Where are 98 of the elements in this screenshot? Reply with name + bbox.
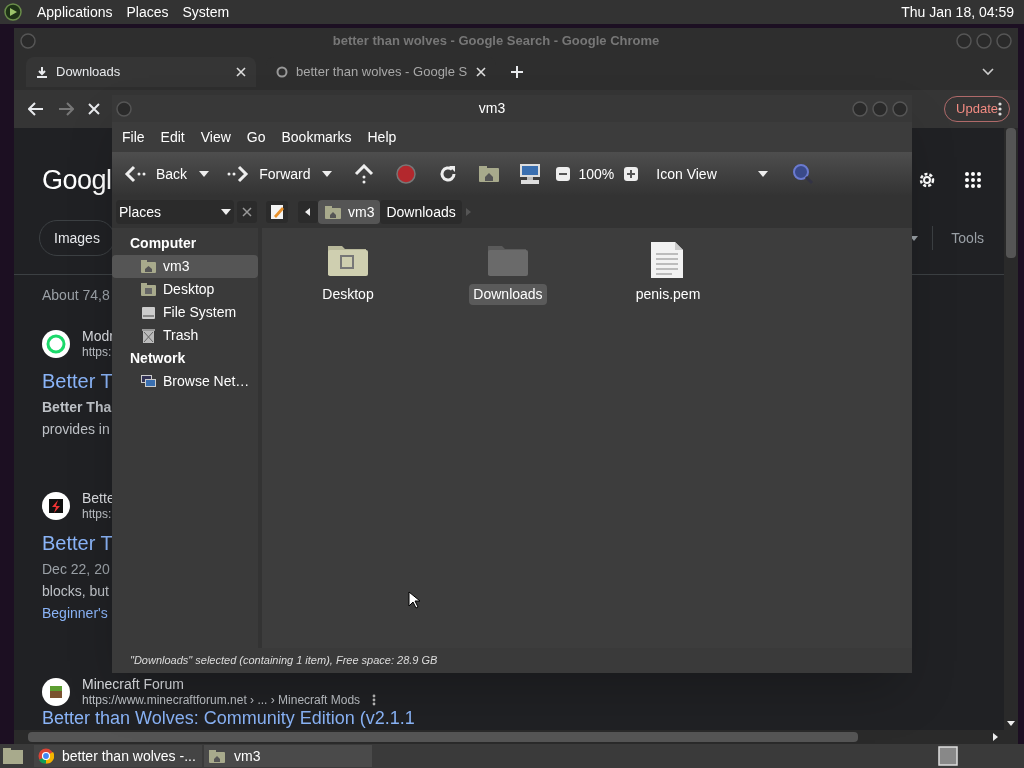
- dropdown-icon: [758, 171, 769, 177]
- vertical-scrollbar[interactable]: [1004, 128, 1018, 730]
- result-snippet: provides in: [42, 420, 110, 439]
- scrollbar-thumb[interactable]: [28, 732, 858, 742]
- sidebar-item[interactable]: Trash: [112, 324, 258, 347]
- close-icon[interactable]: [236, 67, 246, 77]
- forward-arrow-icon: [227, 165, 250, 183]
- result-title-link[interactable]: Better T: [42, 531, 113, 555]
- more-icon[interactable]: [998, 102, 1002, 116]
- result-snippet: Dec 22, 20: [42, 560, 110, 579]
- up-arrow-icon[interactable]: [354, 164, 375, 184]
- sidebar-heading: Computer: [129, 234, 198, 253]
- trash-icon: [140, 327, 157, 344]
- scroll-down-icon[interactable]: [1007, 721, 1015, 726]
- panel-menu[interactable]: Places: [119, 1, 176, 23]
- window-title: better than wolves - Google Search - Google Chrome: [331, 32, 661, 51]
- taskbar-button[interactable]: vm3: [204, 745, 372, 767]
- pane-selector[interactable]: Places: [116, 200, 234, 224]
- sidebar-item[interactable]: File System: [112, 301, 258, 324]
- path-button[interactable]: Downloads: [380, 200, 462, 224]
- scrollbar-thumb[interactable]: [1006, 128, 1016, 258]
- scroll-right-icon[interactable]: [993, 733, 998, 741]
- file-name[interactable]: penis.pem: [631, 284, 705, 305]
- menu-item[interactable]: File: [116, 126, 151, 148]
- site-favicon: [42, 492, 70, 520]
- site-name: Modr: [82, 328, 114, 344]
- forward-arrow-icon[interactable]: [58, 102, 74, 116]
- view-selector[interactable]: Icon View: [648, 163, 769, 185]
- browser-icon: [38, 748, 54, 764]
- desktop-folder-icon: [140, 281, 157, 298]
- taskbar-button[interactable]: better than wolves -...: [34, 745, 202, 767]
- result-snippet: blocks, but: [42, 582, 109, 601]
- result-title-link[interactable]: Better T: [42, 369, 113, 393]
- panel-menu[interactable]: System: [175, 1, 237, 23]
- sidebar-item[interactable]: Desktop: [112, 278, 258, 301]
- forward-button[interactable]: Forward: [225, 163, 313, 185]
- menu-item[interactable]: Bookmarks: [275, 126, 358, 148]
- result-url[interactable]: https:: [82, 506, 112, 522]
- back-button[interactable]: Back: [122, 163, 190, 185]
- new-tab-icon[interactable]: [510, 65, 524, 79]
- download-icon: [36, 66, 48, 78]
- close-icon[interactable]: [237, 201, 257, 223]
- home-folder-icon: [208, 748, 226, 764]
- apps-grid-icon[interactable]: [964, 171, 982, 189]
- result-url[interactable]: https://www.minecraftforum.net › ... › Minecraft Mods: [82, 692, 361, 708]
- tab-title: better than wolves - Google S: [296, 63, 468, 82]
- workspace-switcher-icon[interactable]: [938, 746, 958, 766]
- dropdown-icon[interactable]: [322, 171, 333, 177]
- home-folder-icon[interactable]: [478, 165, 501, 183]
- search-logo[interactable]: Googl: [42, 166, 112, 194]
- browser-tab[interactable]: Downloads: [26, 57, 256, 87]
- sidebar-heading: Network: [129, 349, 187, 368]
- path-left-icon[interactable]: [298, 201, 318, 223]
- menu-item[interactable]: Edit: [154, 126, 191, 148]
- path-button[interactable]: vm3: [318, 200, 381, 224]
- clock: Thu Jan 18, 04:59: [901, 2, 1015, 22]
- tools-button[interactable]: Tools: [951, 227, 984, 249]
- panel-menu[interactable]: Applications: [30, 1, 120, 23]
- back-arrow-icon[interactable]: [28, 102, 44, 116]
- network-icon: [140, 373, 157, 390]
- result-stats: About 74,8: [42, 286, 110, 305]
- sidebar-item[interactable]: Browse Net…: [112, 370, 258, 393]
- zoom-level: 100%: [578, 164, 615, 184]
- search-icon[interactable]: [792, 163, 815, 185]
- launcher-icon[interactable]: [4, 3, 22, 21]
- more-icon[interactable]: [372, 694, 377, 706]
- zoom-in-icon[interactable]: [624, 167, 639, 181]
- status-bar: "Downloads" selected (containing 1 item), Free space: 28.9 GB: [112, 648, 912, 673]
- horizontal-scrollbar[interactable]: [14, 730, 1018, 744]
- site-name: Minecraft Forum: [82, 676, 184, 692]
- sitelink[interactable]: Beginner's: [42, 602, 108, 624]
- zoom-out-icon[interactable]: [556, 167, 571, 181]
- result-title-link[interactable]: Better than Wolves: Community Edition (v2.1.1: [42, 708, 415, 728]
- loading-icon: [276, 66, 288, 78]
- drive-icon: [140, 304, 157, 321]
- show-desktop-icon[interactable]: [2, 747, 24, 765]
- computer-icon[interactable]: [518, 163, 543, 185]
- site-favicon: [42, 678, 70, 706]
- file-name[interactable]: Downloads: [469, 284, 547, 305]
- home-folder-icon: [324, 204, 342, 220]
- window-title: vm3: [477, 99, 507, 118]
- site-favicon: [42, 330, 70, 358]
- close-icon[interactable]: [476, 67, 486, 77]
- file-name[interactable]: Desktop: [318, 284, 378, 305]
- back-arrow-icon: [124, 165, 146, 183]
- tab-title: Downloads: [56, 63, 122, 82]
- sidebar-item[interactable]: vm3: [112, 255, 258, 278]
- result-url[interactable]: https:: [82, 344, 112, 360]
- home-folder-icon: [140, 258, 157, 275]
- menu-item[interactable]: View: [194, 126, 237, 148]
- menu-item[interactable]: Go: [240, 126, 272, 148]
- dropdown-icon: [221, 209, 231, 215]
- mouse-pointer-icon: [408, 591, 420, 609]
- chevron-down-icon[interactable]: [982, 68, 994, 76]
- dropdown-icon[interactable]: [199, 171, 210, 177]
- edit-location-icon[interactable]: [266, 201, 288, 223]
- menu-item[interactable]: Help: [361, 126, 403, 148]
- result-snippet: Better Tha: [42, 398, 112, 417]
